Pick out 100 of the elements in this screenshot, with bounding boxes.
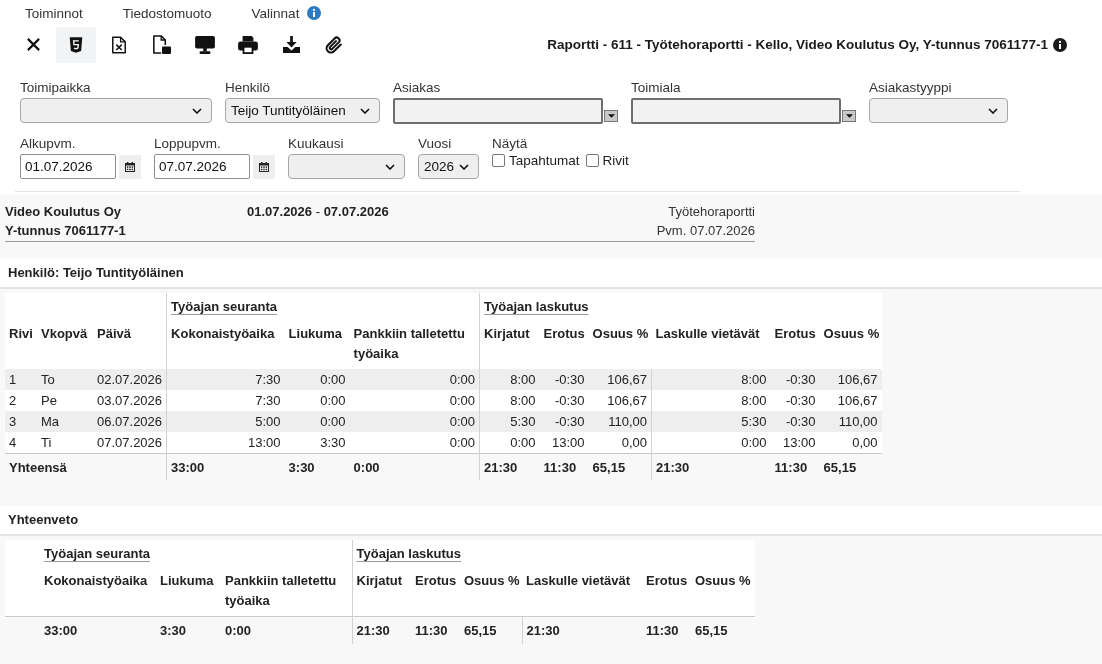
field-label: Toimipaikka	[20, 80, 92, 96]
table-cell: Ti	[37, 432, 93, 454]
column-header: Osuus %	[691, 566, 755, 617]
table-cell: 106,67	[819, 390, 882, 411]
table-cell: 11:30	[539, 453, 589, 480]
table-cell: 5:30	[479, 411, 540, 432]
table-cell: 0:00	[284, 369, 350, 390]
table-cell: 13:00	[770, 432, 820, 454]
column-header: Erotus	[539, 319, 589, 369]
table-cell: 0,00	[819, 432, 882, 454]
column-header: Osuus %	[588, 319, 652, 369]
table-cell: 0:00	[349, 411, 480, 432]
table-cell: 02.07.2026	[93, 369, 167, 390]
menu-item[interactable]: Valinnat	[251, 5, 300, 21]
table-cell: 65,15	[588, 453, 652, 480]
column-header: Pankkiin talletettu työaika	[221, 566, 352, 617]
field-label: Asiakas	[393, 80, 442, 96]
file-x-icon	[112, 35, 126, 54]
table-cell: 65,15	[691, 616, 755, 644]
table-cell: 21:30	[479, 453, 540, 480]
column-group-heading: Työajan laskutus	[479, 293, 882, 319]
table-cell: 21:30	[651, 453, 771, 480]
toolbar-button[interactable]	[56, 26, 96, 63]
field-label: Näytä	[492, 136, 529, 152]
column-header: Liukuma	[284, 319, 350, 369]
table-cell: Ma	[37, 411, 93, 432]
table-cell: 8:00	[651, 369, 771, 390]
select-field[interactable]	[288, 154, 405, 179]
checkbox[interactable]	[585, 153, 599, 167]
table-cell: 110,00	[588, 411, 652, 432]
select-field[interactable]	[869, 98, 1008, 123]
table-cell: 21:30	[352, 616, 411, 644]
table-cell: 7:30	[166, 369, 285, 390]
table-cell: 65,15	[460, 616, 522, 644]
table-cell: 3:30	[284, 453, 350, 480]
table-cell: 0:00	[349, 453, 480, 480]
table-cell: 110,00	[819, 411, 882, 432]
table-cell: 33:00	[40, 616, 156, 644]
chevron-down-icon	[192, 107, 202, 114]
table-cell: 106,67	[588, 390, 652, 411]
table-cell: -0:30	[770, 369, 820, 390]
column-header: Rivi	[5, 319, 37, 369]
calendar-icon	[259, 161, 269, 172]
column-header: Kirjatut	[352, 566, 411, 617]
dropdown-button[interactable]	[842, 110, 856, 122]
section-title: Yhteenveto	[0, 506, 1102, 536]
table-cell: 8:00	[479, 369, 540, 390]
caret-icon	[845, 114, 853, 118]
date-range: 01.07.2026 - 07.07.2026	[247, 203, 389, 221]
table-cell: 5:30	[651, 411, 771, 432]
column-header: Kokonaistyöaika	[40, 566, 156, 617]
select-field[interactable]	[20, 98, 212, 123]
report-title: Raportti - 611 - Työtehoraportti - Kello, Video Koulutus Oy, Y-tunnus 7061177-1	[547, 37, 1048, 52]
table-cell: 0:00	[349, 432, 480, 454]
checkbox[interactable]	[492, 153, 505, 167]
table-cell: 03.07.2026	[93, 390, 167, 411]
checkbox-label[interactable]: Rivit	[602, 152, 629, 168]
row-label: Yhteensä	[5, 453, 167, 480]
column-header: Erotus	[411, 566, 460, 617]
column-header: Päivä	[93, 319, 167, 369]
business-id: Y-tunnus 7061177-1	[5, 222, 127, 240]
column-header: Erotus	[770, 319, 820, 369]
combo-field[interactable]	[393, 98, 603, 124]
close-icon	[25, 37, 41, 52]
table-cell: 07.07.2026	[93, 432, 167, 454]
table-cell: 0,00	[588, 432, 652, 454]
date-field[interactable]: 07.07.2026	[154, 154, 250, 179]
field-label: Asiakastyyppi	[869, 80, 953, 96]
column-group-heading: Työajan laskutus	[352, 540, 755, 566]
checkbox-label[interactable]: Tapahtumat	[509, 152, 580, 168]
menu-item[interactable]: Toiminnot	[25, 5, 83, 21]
table-cell: 5:00	[166, 411, 285, 432]
select-field[interactable]: 2026	[418, 154, 479, 179]
table-cell: 0:00	[221, 616, 352, 644]
menu-item[interactable]: Tiedostomuoto	[122, 5, 212, 21]
calendar-button[interactable]	[253, 154, 275, 179]
field-label: Henkilö	[225, 80, 272, 96]
table-cell: 0:00	[284, 390, 350, 411]
table-cell: -0:30	[539, 369, 589, 390]
calendar-button[interactable]	[119, 154, 141, 179]
table-cell: 21:30	[522, 616, 642, 644]
table-cell: 11:30	[411, 616, 460, 644]
combo-field[interactable]	[631, 98, 841, 124]
table-cell: Pe	[37, 390, 93, 411]
column-header: Laskulle vietävät	[522, 566, 642, 617]
table-cell: 11:30	[642, 616, 691, 644]
column-header: Osuus %	[819, 319, 882, 369]
select-field[interactable]: Teijo Tuntityöläinen	[225, 98, 380, 123]
shield-icon	[69, 36, 83, 53]
date-field[interactable]: 01.07.2026	[20, 154, 116, 179]
table-cell: To	[37, 369, 93, 390]
chevron-down-icon	[988, 107, 998, 114]
info-icon	[307, 6, 322, 20]
table-cell: 3:30	[156, 616, 221, 644]
table-cell: -0:30	[539, 390, 589, 411]
column-group-heading: Työajan seuranta	[166, 293, 480, 319]
dropdown-button[interactable]	[604, 110, 618, 122]
table-cell: 06.07.2026	[93, 411, 167, 432]
table-cell: 65,15	[819, 453, 882, 480]
table-cell: 106,67	[588, 369, 652, 390]
